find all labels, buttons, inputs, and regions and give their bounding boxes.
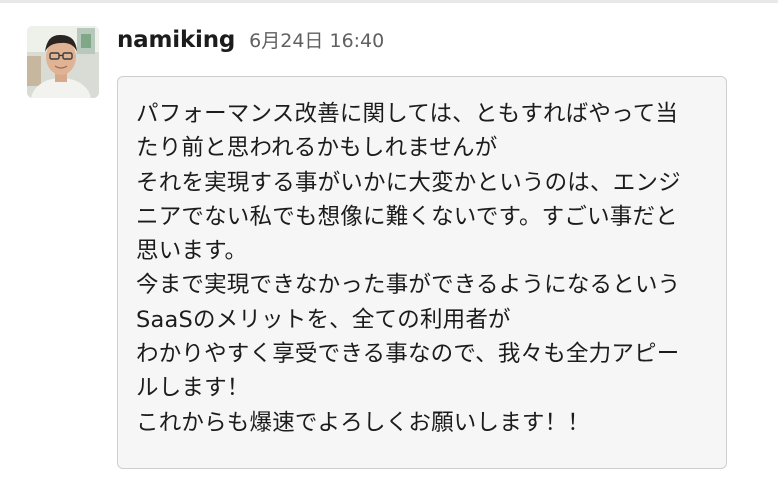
message-line: SaaSのメリットを、全ての利用者が bbox=[136, 306, 511, 333]
message-timestamp[interactable]: 6月24日 16:40 bbox=[249, 26, 384, 53]
message-line: たり前と思われるかもしれませんが bbox=[136, 135, 498, 162]
message-line: わかりやすく享受できる事なので、我々も全力アピー bbox=[136, 341, 680, 368]
avatar-photo bbox=[27, 26, 99, 98]
message-line: ニアでない私でも想像に難くないです。すごい事だと bbox=[136, 203, 678, 230]
message-line: パフォーマンス改善に関しては、ともすればやって当 bbox=[136, 101, 679, 127]
message-header: namiking 6月24日 16:40 bbox=[117, 26, 384, 60]
chat-message: namiking 6月24日 16:40 パフォーマンス改善に関しては、ともすれ… bbox=[0, 0, 778, 488]
avatar[interactable] bbox=[27, 26, 99, 98]
message-line: これからも爆速でよろしくお願いします！！ bbox=[136, 409, 591, 436]
message-line: それを実現する事がいかに大変かというのは、エンジ bbox=[136, 169, 681, 196]
message-line: 今まで実現できなかった事ができるようになるという bbox=[136, 272, 681, 299]
message-line: 思います。 bbox=[136, 238, 248, 265]
author-name[interactable]: namiking bbox=[117, 27, 235, 53]
message-line: ルします！ bbox=[136, 375, 250, 402]
message-body: パフォーマンス改善に関しては、ともすればやって当 たり前と思われるかもしれません… bbox=[117, 76, 727, 469]
